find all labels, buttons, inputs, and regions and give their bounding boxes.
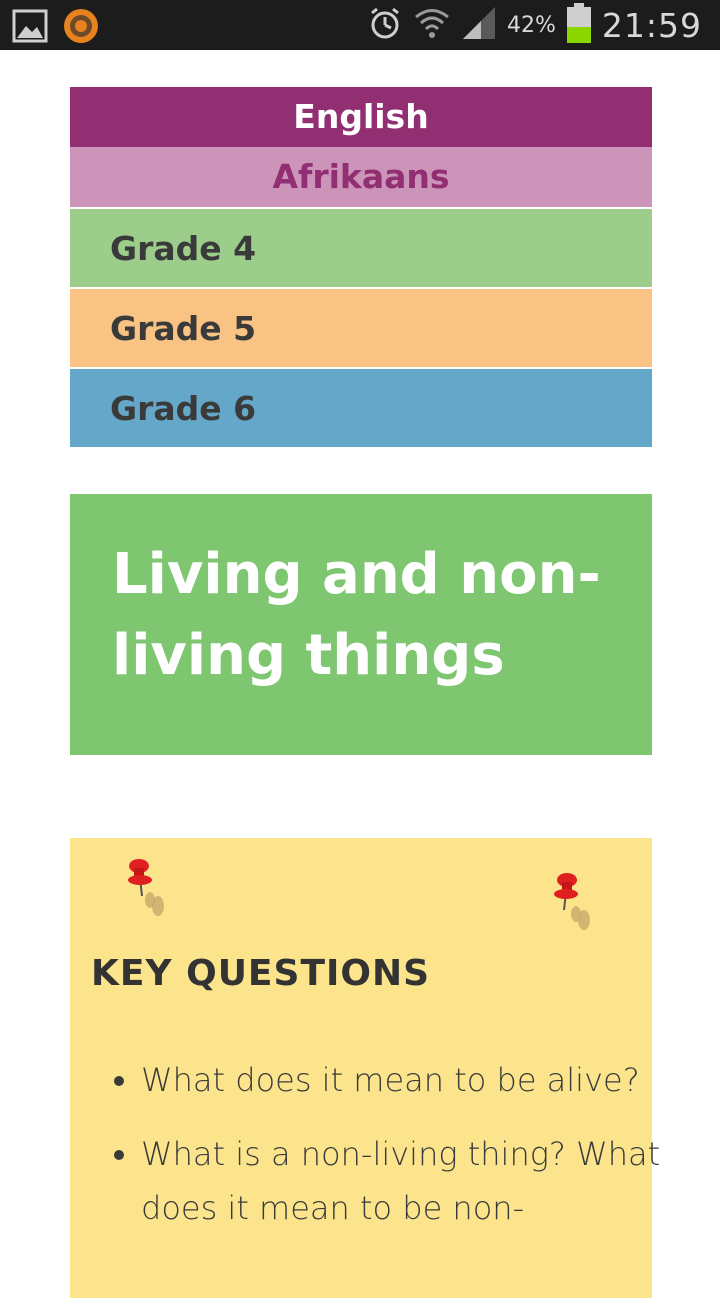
notification-icons <box>12 7 100 49</box>
battery-icon <box>566 3 592 47</box>
key-questions-box: KEY QUESTIONS What does it mean to be al… <box>70 838 660 1298</box>
wifi-icon <box>413 4 451 46</box>
system-icons: 42% 21:59 <box>367 3 702 47</box>
status-bar: 42% 21:59 <box>0 0 720 50</box>
page-title: Living and non-living things <box>112 542 601 688</box>
grade-6-button[interactable]: Grade 6 <box>70 367 652 447</box>
clock: 21:59 <box>601 5 702 45</box>
list-item: What is a non-living thing? What does it… <box>141 1127 671 1235</box>
pushpin-icon <box>552 870 604 938</box>
pushpin-icon <box>126 856 178 924</box>
nav-menu: English Afrikaans Grade 4 Grade 5 Grade … <box>70 87 652 447</box>
list-item: What does it mean to be alive? <box>141 1053 671 1107</box>
language-afrikaans-button[interactable]: Afrikaans <box>70 147 652 207</box>
key-questions-heading: KEY QUESTIONS <box>91 953 431 994</box>
key-questions-list: What does it mean to be alive? What is a… <box>105 1053 671 1255</box>
battery-percentage: 42% <box>506 12 556 38</box>
language-english-button[interactable]: English <box>70 87 652 147</box>
signal-icon <box>461 5 497 45</box>
app-icon <box>62 7 100 49</box>
topic-title-box: Living and non-living things <box>70 494 652 755</box>
grade-5-button[interactable]: Grade 5 <box>70 287 652 367</box>
alarm-icon <box>367 5 403 45</box>
gallery-icon <box>12 8 48 48</box>
grade-4-button[interactable]: Grade 4 <box>70 207 652 287</box>
